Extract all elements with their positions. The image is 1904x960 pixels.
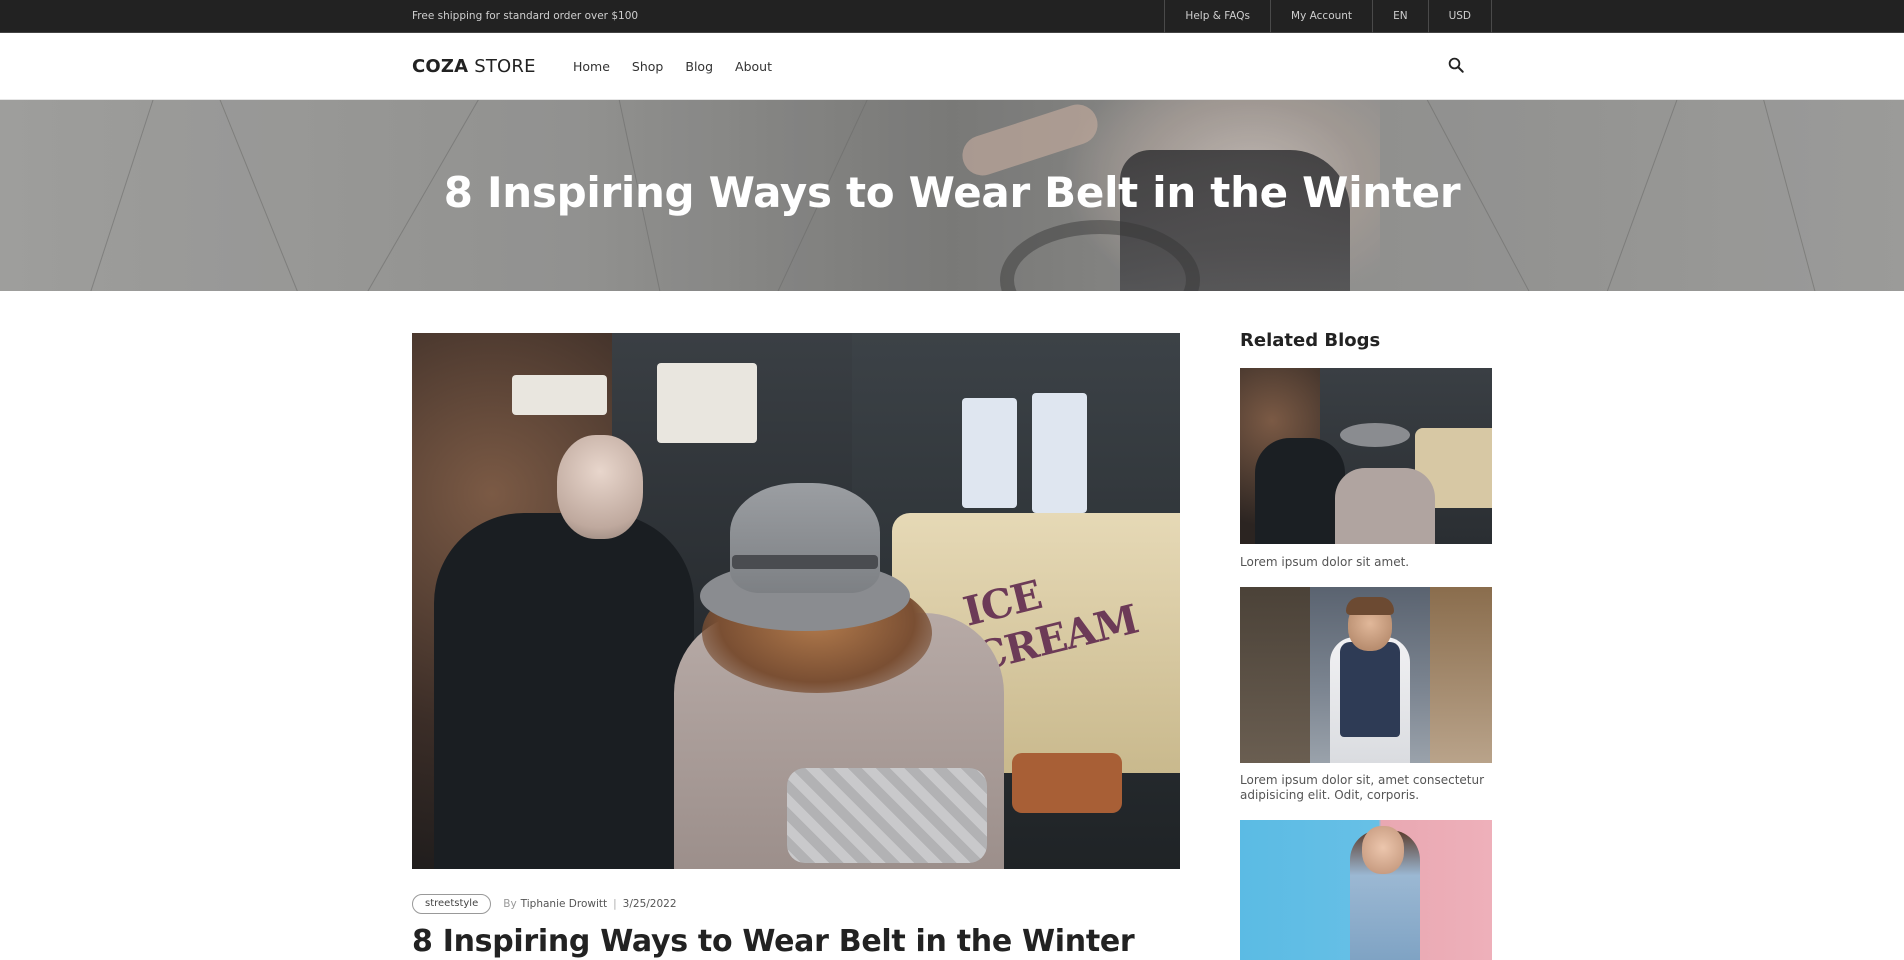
image-chair <box>1012 753 1122 813</box>
nav-home[interactable]: Home <box>573 33 610 100</box>
related-blog-text-2[interactable]: Lorem ipsum dolor sit, amet consectetur … <box>1240 773 1492 803</box>
main-header: COZA STORE Home Shop Blog About <box>0 33 1904 100</box>
image-hat-band <box>732 555 878 569</box>
top-bar: Free shipping for standard order over $1… <box>0 0 1904 33</box>
search-icon <box>1448 57 1464 73</box>
nav-shop[interactable]: Shop <box>632 33 663 100</box>
related-blog-image-1[interactable] <box>1240 368 1492 544</box>
logo-bold-text: COZA <box>412 56 469 77</box>
image-sign <box>657 363 757 443</box>
image-man-head <box>557 435 643 539</box>
thumb-shape <box>1340 642 1400 737</box>
image-sign <box>512 375 607 415</box>
top-bar-links: Help & FAQs My Account EN USD <box>1164 0 1492 33</box>
language-selector[interactable]: EN <box>1372 0 1428 33</box>
thumb-shape <box>1340 423 1410 447</box>
image-man <box>434 513 694 869</box>
logo-rest-text: STORE <box>468 56 536 77</box>
my-account-link[interactable]: My Account <box>1270 0 1372 33</box>
thumb-shape <box>1240 587 1310 763</box>
search-button[interactable] <box>1444 53 1468 77</box>
thumb-shape <box>1335 468 1435 544</box>
post-date: 3/25/2022 <box>622 898 677 910</box>
image-sign <box>962 398 1017 508</box>
image-sign <box>1032 393 1087 513</box>
currency-selector[interactable]: USD <box>1427 0 1492 33</box>
site-logo[interactable]: COZA STORE <box>412 33 536 100</box>
shipping-promo-text: Free shipping for standard order over $1… <box>412 10 639 22</box>
thumb-shape <box>1255 438 1345 544</box>
thumb-shape <box>1430 587 1492 763</box>
nav-blog[interactable]: Blog <box>685 33 713 100</box>
related-blog-text-1[interactable]: Lorem ipsum dolor sit amet. <box>1240 555 1492 570</box>
image-quilted-bag <box>787 768 987 863</box>
related-blog-image-3[interactable] <box>1240 820 1492 960</box>
post-meta-separator: | <box>613 898 617 910</box>
hero-banner: 8 Inspiring Ways to Wear Belt in the Win… <box>0 100 1904 291</box>
nav-about[interactable]: About <box>735 33 772 100</box>
main-nav: Home Shop Blog About <box>573 33 794 100</box>
thumb-shape <box>1362 826 1404 874</box>
related-blogs-heading: Related Blogs <box>1240 330 1381 351</box>
post-by-label: By <box>503 898 517 910</box>
post-author: Tiphanie Drowitt <box>520 898 608 910</box>
post-meta: streetstyle By Tiphanie Drowitt | 3/25/2… <box>412 894 677 914</box>
post-featured-image: ICE CREAM <box>412 333 1180 869</box>
thumb-shape <box>1346 597 1394 615</box>
image-hat-crown <box>730 483 880 593</box>
help-faqs-link[interactable]: Help & FAQs <box>1164 0 1270 33</box>
hero-title: 8 Inspiring Ways to Wear Belt in the Win… <box>443 168 1461 217</box>
post-tag[interactable]: streetstyle <box>412 894 492 914</box>
related-blog-image-2[interactable] <box>1240 587 1492 763</box>
